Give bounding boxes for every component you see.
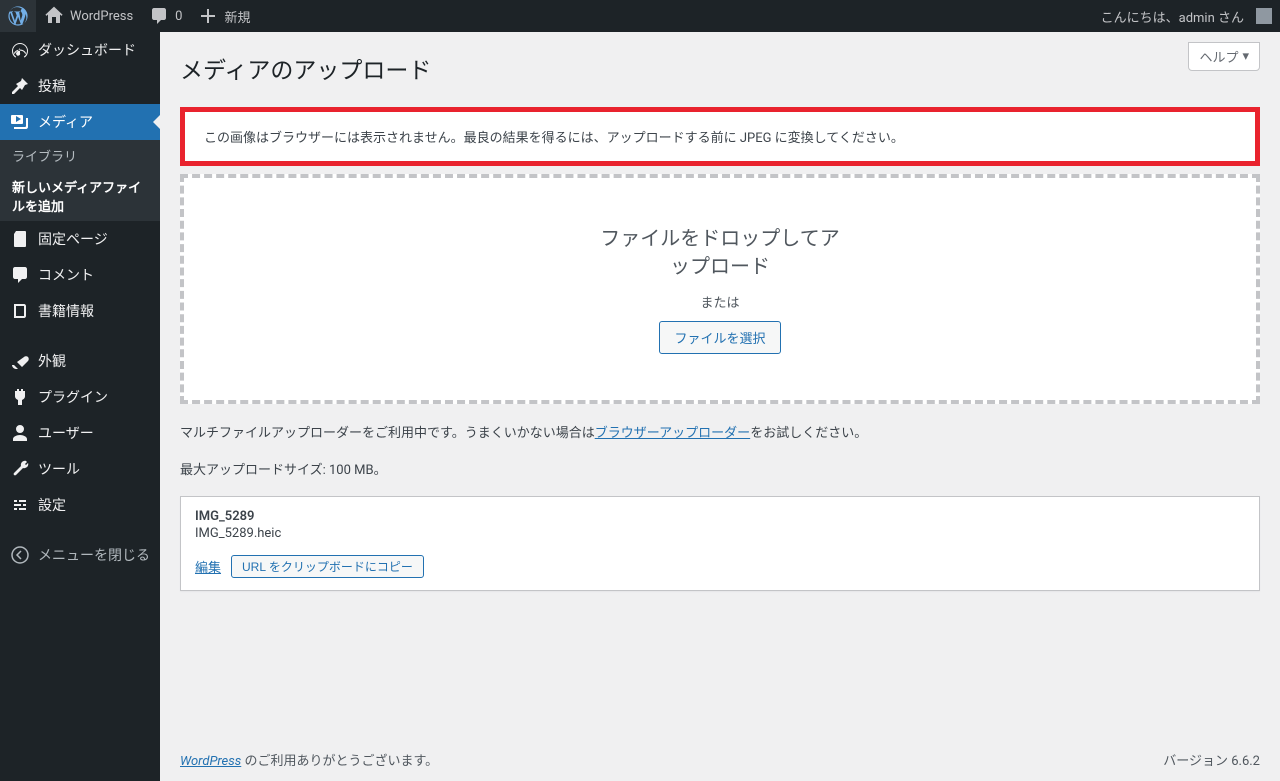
- wordpress-link[interactable]: WordPress: [180, 754, 241, 769]
- brush-icon: [10, 351, 30, 371]
- avatar: [1256, 8, 1272, 24]
- content-area: ヘルプ ▾ メディアのアップロード この画像はブラウザーには表示されません。最良…: [160, 32, 1280, 781]
- page-icon: [10, 229, 30, 249]
- comment-icon: [10, 265, 30, 285]
- admin-sidebar: ダッシュボード 投稿 メディア ライブラリ 新しいメディアファイルを追加 固定ペ…: [0, 32, 160, 781]
- footer-left: WordPress のご利用ありがとうございます。: [180, 750, 438, 769]
- comment-icon: [149, 6, 169, 26]
- new-label: 新規: [224, 7, 250, 26]
- menu-settings[interactable]: 設定: [0, 487, 160, 523]
- menu-comments[interactable]: コメント: [0, 257, 160, 293]
- help-tab[interactable]: ヘルプ ▾: [1188, 42, 1260, 71]
- notice-text: この画像はブラウザーには表示されません。最良の結果を得るには、アップロードする前…: [186, 113, 1254, 160]
- greeting-text: こんにちは、admin さん: [1101, 7, 1244, 26]
- menu-posts[interactable]: 投稿: [0, 68, 160, 104]
- book-icon: [10, 301, 30, 321]
- copy-url-button[interactable]: URL をクリップボードにコピー: [231, 555, 424, 578]
- uploader-help: マルチファイルアップローダーをご利用中です。うまくいかない場合はブラウザーアップ…: [180, 422, 1260, 441]
- menu-appearance[interactable]: 外観: [0, 343, 160, 379]
- admin-bar: WordPress 0 新規 こんにちは、admin さん: [0, 0, 1280, 32]
- comments-count: 0: [175, 9, 182, 24]
- menu-plugins[interactable]: プラグイン: [0, 379, 160, 415]
- menu-collapse[interactable]: メニューを閉じる: [0, 537, 160, 573]
- submenu-add-new[interactable]: 新しいメディアファイルを追加: [0, 171, 160, 221]
- menu-tools[interactable]: ツール: [0, 451, 160, 487]
- submenu-library[interactable]: ライブラリ: [0, 140, 160, 171]
- dashboard-icon: [10, 40, 30, 60]
- plugin-icon: [10, 387, 30, 407]
- new-content[interactable]: 新規: [190, 0, 258, 32]
- version-label: バージョン 6.6.2: [1163, 750, 1260, 769]
- menu-books[interactable]: 書籍情報: [0, 293, 160, 329]
- comments-bubble[interactable]: 0: [141, 0, 190, 32]
- settings-icon: [10, 495, 30, 515]
- user-icon: [10, 423, 30, 443]
- pin-icon: [10, 76, 30, 96]
- media-title: IMG_5289: [195, 509, 1245, 524]
- media-filename: IMG_5289.heic: [195, 526, 1245, 541]
- home-icon: [44, 6, 64, 26]
- menu-media[interactable]: メディア: [0, 104, 160, 140]
- browser-uploader-link[interactable]: ブラウザーアップローダー: [595, 426, 750, 441]
- upload-notice: この画像はブラウザーには表示されません。最良の結果を得るには、アップロードする前…: [180, 107, 1260, 166]
- drop-title: ファイルをドロップしてアップロード: [600, 224, 840, 280]
- site-label: WordPress: [70, 9, 133, 24]
- menu-pages[interactable]: 固定ページ: [0, 221, 160, 257]
- chevron-down-icon: ▾: [1242, 49, 1249, 64]
- select-files-button[interactable]: ファイルを選択: [659, 321, 780, 354]
- wp-logo[interactable]: [0, 0, 36, 32]
- media-submenu: ライブラリ 新しいメディアファイルを追加: [0, 140, 160, 221]
- drop-zone[interactable]: ファイルをドロップしてアップロード または ファイルを選択: [180, 174, 1260, 404]
- page-title: メディアのアップロード: [180, 42, 1260, 107]
- my-account[interactable]: こんにちは、admin さん: [1093, 0, 1280, 32]
- collapse-icon: [10, 545, 30, 565]
- menu-dashboard[interactable]: ダッシュボード: [0, 32, 160, 68]
- drop-or: または: [184, 292, 1256, 311]
- max-upload-size: 最大アップロードサイズ: 100 MB。: [180, 459, 1260, 478]
- media-icon: [10, 112, 30, 132]
- wordpress-icon: [8, 6, 28, 26]
- edit-link[interactable]: 編集: [195, 557, 221, 576]
- media-item: IMG_5289 IMG_5289.heic 編集 URL をクリップボードにコ…: [180, 496, 1260, 591]
- plus-icon: [198, 6, 218, 26]
- wrench-icon: [10, 459, 30, 479]
- site-name[interactable]: WordPress: [36, 0, 141, 32]
- menu-users[interactable]: ユーザー: [0, 415, 160, 451]
- footer: WordPress のご利用ありがとうございます。 バージョン 6.6.2: [180, 732, 1260, 781]
